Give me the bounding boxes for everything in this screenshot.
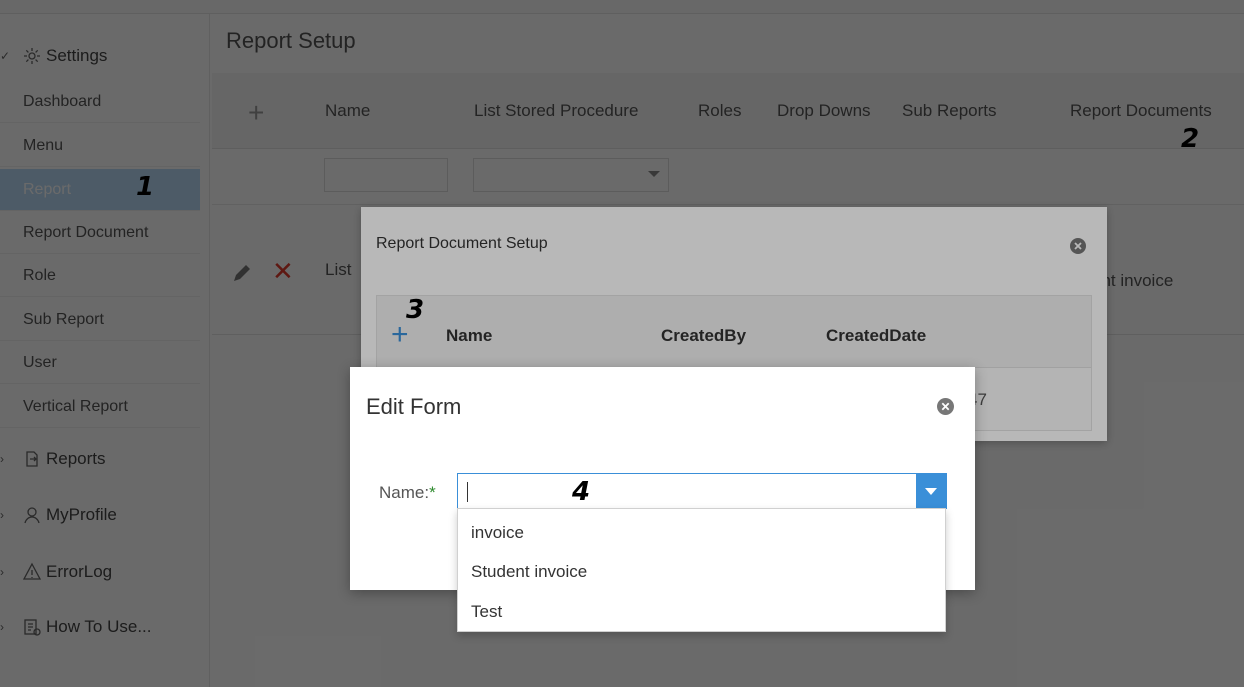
annotation-number: 4 <box>572 477 591 507</box>
name-options-dropdown: invoice Student invoice Test <box>457 508 946 632</box>
name-label: Name:* <box>379 483 436 503</box>
text-cursor <box>467 482 468 502</box>
dropdown-option[interactable]: Test <box>458 592 945 631</box>
annotation-number: 1 <box>136 172 155 202</box>
annotation-number: 3 <box>406 295 425 325</box>
required-mark: * <box>429 483 436 502</box>
name-label-text: Name: <box>379 483 430 502</box>
dropdown-toggle-button[interactable] <box>916 473 947 509</box>
close-icon[interactable] <box>936 397 955 416</box>
dropdown-option[interactable]: Student invoice <box>458 552 945 591</box>
dropdown-option[interactable]: invoice <box>458 513 945 552</box>
dialog-title: Edit Form <box>366 394 462 419</box>
name-combobox[interactable] <box>457 473 947 509</box>
annotation-number: 2 <box>1181 124 1200 154</box>
